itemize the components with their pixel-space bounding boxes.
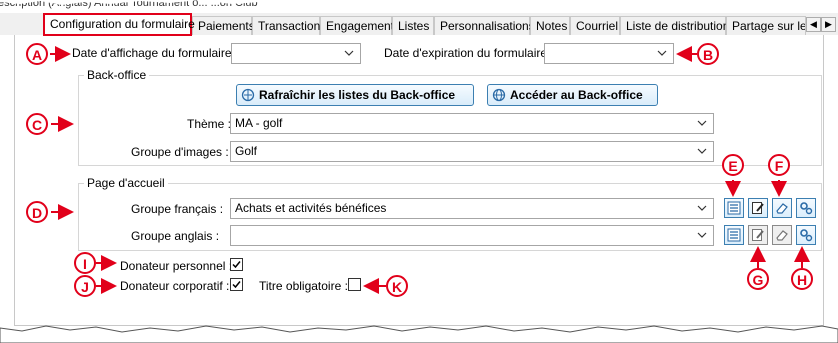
settings-icon (800, 202, 813, 215)
french-edit-button[interactable] (748, 198, 768, 218)
french-group-label: Groupe français : (131, 202, 224, 216)
tab-engagement[interactable]: Engagement (320, 16, 394, 35)
list-icon (727, 201, 741, 215)
annotation-badge-d: D (26, 201, 48, 223)
torn-edge-top (0, 0, 838, 5)
annotation-badge-i: I (74, 252, 96, 274)
title-required-label: Titre obligatoire : (259, 279, 348, 293)
french-list-button[interactable] (724, 198, 744, 218)
english-group-combo[interactable] (230, 225, 714, 246)
theme-combo[interactable]: MA - golf (230, 113, 714, 134)
eraser-icon (776, 203, 788, 214)
settings-icon (800, 229, 813, 242)
annotation-badge-b: B (697, 43, 719, 65)
english-settings-button[interactable] (796, 225, 816, 245)
images-group-label: Groupe d'images : (131, 145, 229, 159)
corporate-donor-label: Donateur corporatif : (120, 279, 230, 293)
checkmark-icon (232, 261, 241, 269)
tab-courriel[interactable]: Courriel (570, 16, 620, 35)
english-list-button[interactable] (724, 225, 744, 245)
french-group-combo[interactable]: Achats et activités bénéfices (230, 198, 714, 219)
english-eraser-button[interactable] (772, 225, 792, 245)
chevron-down-icon (697, 205, 707, 211)
tab-partage[interactable]: Partage sur les (726, 16, 806, 35)
tab-configuration[interactable]: Configuration du formulaire (43, 13, 195, 36)
images-group-value: Golf (235, 144, 258, 158)
chevron-down-icon (697, 120, 707, 126)
annotation-badge-a: A (26, 43, 48, 65)
homepage-group-title: Page d'accueil (84, 176, 168, 190)
tab-scroll-left-button[interactable]: ◀ (806, 17, 821, 32)
edit-page-icon (752, 229, 764, 241)
eraser-icon (776, 230, 788, 241)
refresh-backoffice-label: Rafraîchir les listes du Back-office (259, 88, 456, 102)
access-backoffice-label: Accéder au Back-office (510, 88, 643, 102)
expiry-date-combo[interactable] (544, 43, 674, 64)
tab-liste-distribution[interactable]: Liste de distribution (620, 16, 729, 35)
tab-personnalisations[interactable]: Personnalisations (434, 16, 535, 35)
french-eraser-button[interactable] (772, 198, 792, 218)
tab-listes[interactable]: Listes (392, 16, 434, 35)
chevron-down-icon (657, 50, 667, 56)
torn-edge-bottom (0, 325, 838, 343)
annotation-badge-f: F (768, 154, 790, 176)
tab-transaction[interactable]: Transaction (252, 16, 320, 35)
tab-notes[interactable]: Notes (530, 16, 570, 35)
theme-label: Thème : (187, 117, 232, 131)
theme-value: MA - golf (235, 116, 283, 130)
display-date-label: Date d'affichage du formulaire : (72, 46, 239, 60)
access-backoffice-button[interactable]: Accéder au Back-office (487, 84, 658, 106)
annotation-badge-e: E (722, 154, 744, 176)
checkmark-icon (232, 281, 241, 289)
english-edit-button[interactable] (748, 225, 768, 245)
corporate-donor-checkbox[interactable] (230, 278, 243, 291)
backoffice-group-title: Back-office (84, 68, 150, 82)
french-settings-button[interactable] (796, 198, 816, 218)
french-group-value: Achats et activités bénéfices (235, 201, 387, 215)
english-group-label: Groupe anglais : (131, 229, 220, 243)
tab-paiements[interactable]: Paiements (192, 16, 255, 35)
images-group-combo[interactable]: Golf (230, 141, 714, 162)
display-date-combo[interactable] (231, 43, 361, 64)
expiry-date-label: Date d'expiration du formulaire : (384, 46, 554, 60)
tab-scroll-right-button[interactable]: ▶ (821, 17, 836, 32)
title-required-checkbox[interactable] (348, 278, 361, 291)
chevron-down-icon (344, 50, 354, 56)
refresh-globe-icon (241, 88, 255, 102)
annotation-badge-c: C (26, 113, 48, 135)
annotation-badge-j: J (74, 275, 96, 297)
annotation-badge-h: H (791, 268, 813, 290)
annotation-badge-g: G (747, 268, 769, 290)
globe-icon (492, 88, 506, 102)
personal-donor-label: Donateur personnel : (120, 259, 233, 273)
list-icon (727, 228, 741, 242)
edit-page-icon (752, 202, 764, 214)
chevron-down-icon (697, 232, 707, 238)
chevron-down-icon (697, 148, 707, 154)
annotation-badge-k: K (386, 275, 408, 297)
personal-donor-checkbox[interactable] (230, 258, 243, 271)
refresh-backoffice-button[interactable]: Rafraîchir les listes du Back-office (236, 84, 474, 106)
